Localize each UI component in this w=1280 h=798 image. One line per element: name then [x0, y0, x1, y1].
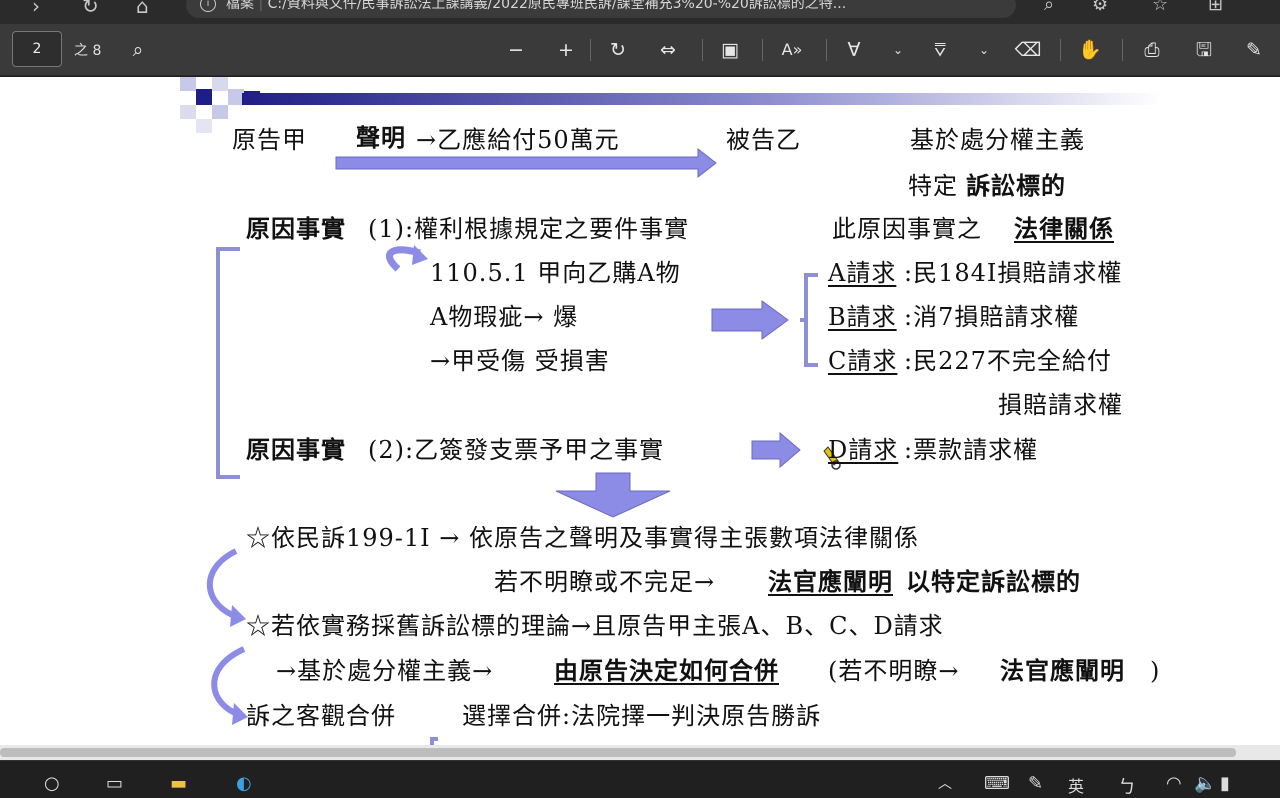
url-field[interactable]: i 檔案 | C:/資料與文件/民事訴訟法上課講義/2022原民專班民訴/課堂補…	[186, 0, 1016, 18]
claim-b-label: B請求	[828, 303, 897, 331]
chevron-up-icon[interactable]: ︿	[938, 773, 952, 793]
volume-icon[interactable]: 🔈	[1194, 773, 1216, 794]
plaintiff-label: 原告甲	[232, 126, 307, 154]
note-1b-judge: 法官應闡明	[768, 567, 893, 596]
url-text: C:/資料與文件/民事訴訟法上課講義/2022原民專班民訴/課堂補充3%20-%…	[267, 0, 847, 12]
read-aloud-icon[interactable]: A»	[778, 36, 806, 64]
note-3-mid: (若不明瞭→	[828, 657, 960, 685]
ime-label[interactable]: 英	[1068, 773, 1084, 797]
claim-c-label: C請求	[828, 347, 898, 375]
defendant-label: 被告乙	[726, 126, 801, 154]
save-icon[interactable]: 🖫	[1190, 36, 1218, 64]
pdf-toolbar: 2 之 8 ⌕ − + ↻ ⇔ ▣ A» ∀ ⌄ ⩢ ⌄ ⌫ ✋ ⎙ 🖫 ✎	[0, 24, 1280, 76]
page-total: 之 8	[74, 43, 102, 59]
draw-icon[interactable]: ∀	[840, 36, 868, 64]
edge-icon[interactable]: ◐	[236, 773, 252, 794]
print-icon[interactable]: ⎙	[1138, 36, 1166, 64]
principle-text: 基於處分權主義	[910, 126, 1085, 154]
save-as-icon[interactable]: ✎	[1240, 36, 1268, 64]
info-icon[interactable]: i	[200, 0, 216, 12]
claim-a-text: :民184I損賠請求權	[904, 259, 1123, 287]
fact1-right-prefix: 此原因事實之	[832, 215, 982, 243]
wifi-icon[interactable]: ◠	[1166, 773, 1182, 794]
document-viewport: 原告甲 聲明 →乙應給付50萬元 被告乙 基於處分權主義 特定 訴訟標的 原因事…	[0, 77, 1280, 745]
claim-a-label: A請求	[828, 259, 897, 287]
favorites-icon[interactable]: ☆	[1152, 0, 1168, 15]
scrollbar-thumb[interactable]	[0, 748, 1236, 757]
fact1-bold: 原因事實	[246, 214, 346, 243]
note-3-end: )	[1150, 657, 1161, 685]
claim-text: →乙應給付50萬元	[416, 126, 620, 154]
detail-line-2: A物瑕疵→ 爆	[430, 303, 579, 331]
detail-line-1: 110.5.1 甲向乙購A物	[430, 259, 681, 287]
claim-c-continued: 損賠請求權	[998, 391, 1123, 419]
specific-prefix: 特定	[908, 172, 958, 200]
url-tab-label: 檔案	[226, 0, 254, 12]
task-view-icon[interactable]: ▭	[106, 773, 123, 794]
collections-icon[interactable]: ⊞	[1208, 0, 1223, 15]
keyboard-icon[interactable]: ⌨	[984, 773, 1010, 794]
claim-c-text: :民227不完全給付	[904, 347, 1112, 375]
litigation-subject: 訴訟標的	[966, 171, 1066, 200]
note-4-left: 訴之客觀合併	[246, 702, 396, 730]
ime-mode-icon[interactable]: ㄅ	[1118, 773, 1136, 798]
note-4-right: 選擇合併:法院擇一判決原告勝訴	[462, 702, 822, 730]
fact1-text: (1):權利根據規定之要件事實	[368, 215, 690, 243]
taskbar: ○ ▭ ▬ ◐ ︿ ⌨ ✎ 英 ㄅ ◠ 🔈 ▮	[0, 760, 1280, 798]
highlight-options-chevron-icon[interactable]: ⌄	[970, 36, 998, 64]
note-2: ☆若依實務採舊訴訟標的理論→且原告甲主張A、B、C、D請求	[246, 612, 944, 640]
page-number-input[interactable]: 2	[12, 31, 62, 67]
erase-icon[interactable]: ⌫	[1014, 36, 1042, 64]
zoom-out-icon[interactable]: −	[502, 36, 530, 64]
touch-write-icon: ✋	[1078, 39, 1102, 61]
note-1b-end: 以特定訴訟標的	[906, 567, 1081, 596]
claim-d-label: D請求	[828, 436, 899, 464]
zoom-icon[interactable]: ⌕	[1044, 0, 1054, 15]
file-explorer-icon[interactable]: ▬	[170, 773, 187, 794]
draw-options-chevron-icon[interactable]: ⌄	[884, 36, 912, 64]
legal-relation: 法律關係	[1014, 214, 1114, 243]
note-3-plaintiff: 由原告決定如何合併	[554, 656, 779, 685]
fact2-text: (2):乙簽發支票予甲之事實	[368, 436, 665, 464]
search-taskbar-icon[interactable]: ○	[44, 773, 60, 794]
zoom-in-icon[interactable]: +	[552, 36, 580, 64]
note-3-prefix: →基於處分權主義→	[276, 657, 494, 685]
claim-b-text: :消7損賠請求權	[904, 303, 1080, 331]
pen-icon[interactable]: ✎	[1028, 773, 1043, 794]
note-3-judge: 法官應闡明	[1000, 656, 1125, 685]
claim-bold: 聲明	[356, 123, 406, 152]
note-1: ☆依民訴199-1I → 依原告之聲明及事實得主張數項法律關係	[246, 524, 920, 552]
extension-icon[interactable]: ⚙	[1092, 0, 1108, 15]
battery-icon[interactable]: ▮	[1220, 773, 1230, 794]
claim-d-text: :票款請求權	[904, 436, 1039, 464]
horizontal-scrollbar[interactable]	[0, 745, 1280, 760]
highlight-icon[interactable]: ⩢	[926, 36, 954, 64]
refresh-icon[interactable]: ↻	[82, 0, 99, 18]
rotate-icon[interactable]: ↻	[604, 36, 632, 64]
fit-width-icon[interactable]: ⇔	[654, 36, 682, 64]
browser-address-bar: › ↻ ⌂ i 檔案 | C:/資料與文件/民事訴訟法上課講義/2022原民專班…	[0, 0, 1280, 24]
search-icon[interactable]: ⌕	[124, 36, 152, 64]
fact2-bold: 原因事實	[246, 435, 346, 464]
home-icon[interactable]: ⌂	[136, 0, 149, 18]
note-1b-prefix: 若不明瞭或不完足→	[494, 568, 716, 596]
page-view-icon[interactable]: ▣	[716, 36, 744, 64]
detail-line-3: →甲受傷 受損害	[430, 347, 610, 375]
forward-icon[interactable]: ›	[32, 0, 40, 18]
